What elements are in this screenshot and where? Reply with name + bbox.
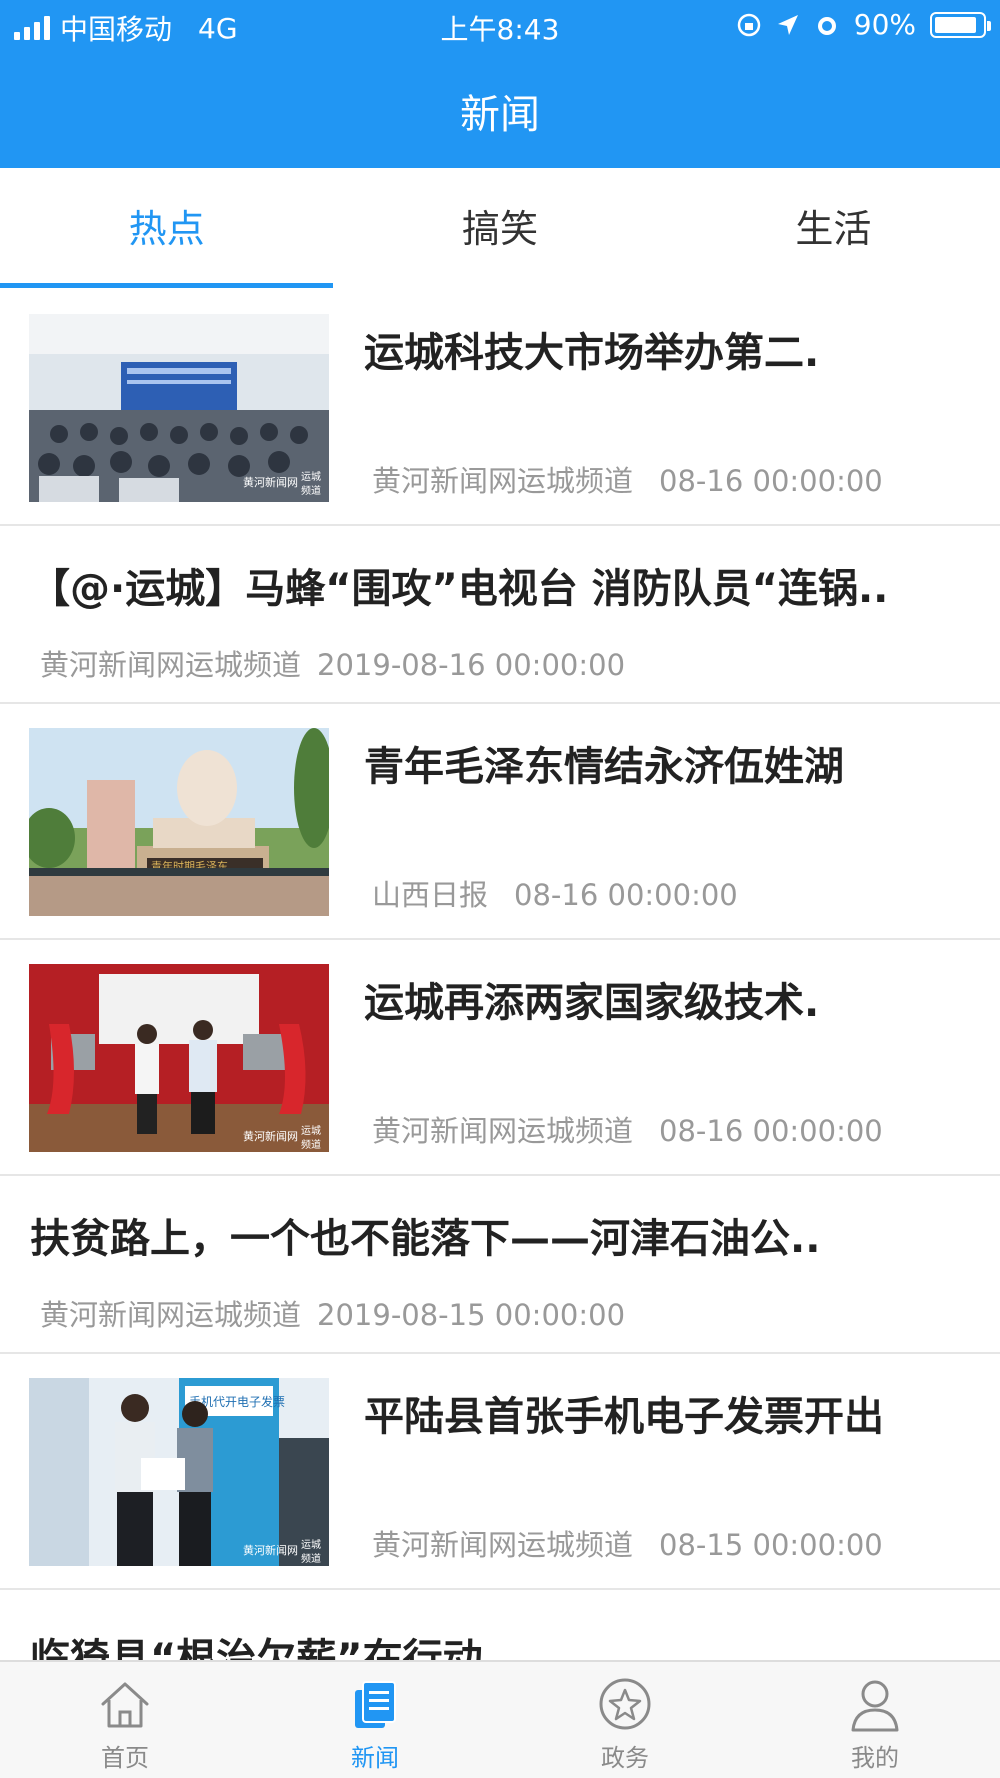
news-time: 08-16 00:00:00 — [514, 878, 738, 912]
news-item[interactable]: 【@·运城】马蜂“围攻”电视台 消防队员“连锅.. 黄河新闻网运城频道 2019-… — [0, 526, 1000, 704]
status-bar: 中国移动 4G 上午8:43 90% — [0, 0, 1000, 50]
tabbar-home[interactable]: 首页 — [0, 1662, 250, 1778]
news-meta: 黄河新闻网运城频道 08-15 00:00:00 — [372, 1522, 883, 1564]
news-thumbnail: 黄河新闻网 运城 频道 — [29, 964, 329, 1152]
watermark-channel: 频道 — [301, 1552, 321, 1565]
news-time: 2019-08-15 00:00:00 — [317, 1298, 626, 1332]
watermark-channel: 运城 — [301, 1539, 321, 1551]
news-item[interactable]: 青年时期毛泽东 青年毛泽东情结永济伍姓湖 山西日报 08-16 00:00:00 — [0, 704, 1000, 940]
tab-life[interactable]: 生活 — [667, 168, 1000, 290]
news-title: 平陆县首张手机电子发票开出 — [364, 1394, 884, 1440]
news-thumbnail: 青年时期毛泽东 — [29, 728, 329, 916]
alarm-icon — [817, 16, 836, 35]
watermark-logo: 黄河新闻网 — [243, 1129, 298, 1143]
news-feed[interactable]: 黄河新闻网 运城 频道 运城科技大市场举办第二. 黄河新闻网运城频道 08-16 … — [0, 290, 1000, 1660]
tabbar-news[interactable]: 新闻 — [250, 1662, 500, 1778]
news-item[interactable]: 扶贫路上，一个也不能落下——河津石油公.. 黄河新闻网运城频道 2019-08-1… — [0, 1176, 1000, 1354]
battery-percent: 90% — [853, 8, 916, 41]
news-thumbnail: 黄河新闻网 运城 频道 — [29, 314, 329, 502]
news-source: 黄河新闻网运城频道 — [40, 648, 302, 682]
watermark-logo: 黄河新闻网 — [243, 475, 298, 489]
tabbar-government[interactable]: 政务 — [500, 1662, 750, 1778]
tabbar-label: 我的 — [851, 1744, 899, 1772]
battery-icon — [930, 11, 991, 38]
watermark-channel: 运城 — [301, 471, 321, 483]
news-item[interactable]: 手机代开电子发票 黄河新闻网 运城 频道 平陆县首张手机电子发票开出 黄河新闻网… — [0, 1354, 1000, 1590]
news-meta: 黄河新闻网运城频道 08-16 00:00:00 — [372, 458, 883, 500]
tabbar-mine[interactable]: 我的 — [750, 1662, 1000, 1778]
status-right: 90% — [736, 8, 991, 41]
news-time: 08-16 00:00:00 — [659, 1114, 883, 1148]
tabbar-label: 首页 — [101, 1744, 149, 1772]
news-meta: 黄河新闻网运城频道 2019-08-16 00:00:00 — [40, 642, 625, 684]
news-title: 临猗县“根治欠薪”在行动 — [30, 1636, 483, 1660]
news-title: 扶贫路上，一个也不能落下——河津石油公.. — [30, 1216, 821, 1262]
news-icon — [355, 1681, 396, 1728]
home-icon — [101, 1682, 149, 1728]
news-source: 黄河新闻网运城频道 — [372, 1114, 634, 1148]
news-source: 黄河新闻网运城频道 — [40, 1298, 302, 1332]
news-source: 黄河新闻网运城频道 — [372, 1528, 634, 1562]
news-meta: 黄河新闻网运城频道 08-16 00:00:00 — [372, 1108, 883, 1150]
tabbar-label: 政务 — [601, 1744, 649, 1772]
news-item[interactable]: 黄河新闻网 运城 频道 运城再添两家国家级技术. 黄河新闻网运城频道 08-16 … — [0, 940, 1000, 1176]
bottom-tab-bar: 首页 新闻 政务 我的 — [0, 1660, 1000, 1778]
watermark-channel: 频道 — [301, 484, 321, 497]
news-time: 08-15 00:00:00 — [659, 1528, 883, 1562]
news-item[interactable]: 临猗县“根治欠薪”在行动 — [0, 1590, 1000, 1660]
tabbar-label: 新闻 — [351, 1744, 399, 1772]
news-source: 黄河新闻网运城频道 — [372, 464, 634, 498]
news-title: 运城科技大市场举办第二. — [364, 330, 820, 376]
watermark-channel: 频道 — [301, 1138, 321, 1151]
star-icon — [599, 1678, 651, 1730]
tab-funny[interactable]: 搞笑 — [333, 168, 666, 290]
page-title: 新闻 — [460, 92, 540, 138]
news-thumbnail: 手机代开电子发票 黄河新闻网 运城 频道 — [29, 1378, 329, 1566]
rotation-lock-icon — [737, 13, 761, 36]
location-icon — [777, 14, 798, 35]
news-meta: 山西日报 08-16 00:00:00 — [372, 872, 738, 914]
top-bar: 中国移动 4G 上午8:43 90% 新闻 — [0, 0, 1000, 168]
news-time: 2019-08-16 00:00:00 — [317, 648, 626, 682]
watermark-channel: 运城 — [301, 1125, 321, 1137]
news-time: 08-16 00:00:00 — [659, 464, 883, 498]
news-item[interactable]: 黄河新闻网 运城 频道 运城科技大市场举办第二. 黄河新闻网运城频道 08-16 … — [0, 290, 1000, 526]
tab-hot[interactable]: 热点 — [0, 168, 334, 290]
news-meta: 黄河新闻网运城频道 2019-08-15 00:00:00 — [40, 1292, 625, 1334]
news-title: 运城再添两家国家级技术. — [364, 980, 820, 1026]
user-icon — [851, 1680, 899, 1732]
news-title: 【@·运城】马蜂“围攻”电视台 消防队员“连锅.. — [30, 566, 889, 612]
news-source: 山西日报 — [372, 878, 489, 912]
category-tabs: 热点 搞笑 生活 — [0, 168, 1000, 290]
news-title: 青年毛泽东情结永济伍姓湖 — [364, 744, 844, 790]
watermark-logo: 黄河新闻网 — [243, 1543, 298, 1557]
